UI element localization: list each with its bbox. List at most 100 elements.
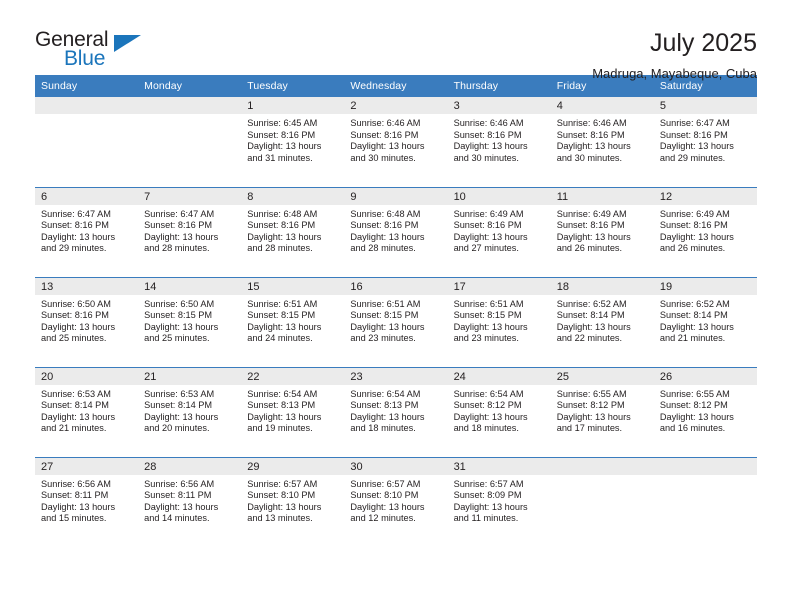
daylight-text: Daylight: 13 hours [41, 501, 116, 512]
weekday-header-tuesday: Tuesday [241, 75, 345, 97]
sunrise-text: Sunrise: 6:56 AM [144, 478, 215, 489]
daylight-text: and 18 minutes. [453, 423, 519, 434]
calendar-day-cell[interactable]: 12 Sunrise: 6:49 AM Sunset: 8:16 PM Dayligh… [653, 186, 757, 277]
day-details: Sunrise: 6:47 AM Sunset: 8:16 PM Daylight:… [654, 114, 757, 164]
calendar-week-row: 1 Sunrise: 6:45 AM Sunset: 8:16 PM Daylight… [35, 97, 757, 187]
calendar-day-cell[interactable]: 20 Sunrise: 6:53 AM Sunset: 8:14 PM Dayligh… [35, 366, 139, 457]
calendar-day-cell[interactable]: 30 Sunrise: 6:57 AM Sunset: 8:10 PM Dayligh… [344, 456, 448, 547]
page-title: July 2025 [649, 29, 757, 57]
calendar-week-row: 6 Sunrise: 6:47 AM Sunset: 8:16 PM Daylight… [35, 186, 757, 277]
day-details: Sunrise: 6:54 AM Sunset: 8:13 PM Daylight:… [344, 385, 447, 435]
calendar-day-cell[interactable]: 21 Sunrise: 6:53 AM Sunset: 8:14 PM Dayligh… [138, 366, 242, 457]
calendar-day-cell[interactable]: 23 Sunrise: 6:54 AM Sunset: 8:13 PM Dayligh… [344, 366, 448, 457]
calendar-day-cell[interactable]: 19 Sunrise: 6:52 AM Sunset: 8:14 PM Dayligh… [653, 276, 757, 367]
daylight-text: and 18 minutes. [350, 423, 416, 434]
day-details: Sunrise: 6:52 AM Sunset: 8:14 PM Daylight:… [654, 295, 757, 345]
daylight-text: and 23 minutes. [350, 333, 416, 344]
title-block: July 2025 Madruga, Mayabeque, Cuba [592, 28, 757, 81]
day-details: Sunrise: 6:46 AM Sunset: 8:16 PM Daylight:… [344, 114, 447, 164]
calendar-day-cell[interactable]: 26 Sunrise: 6:55 AM Sunset: 8:12 PM Dayligh… [653, 366, 757, 457]
sunrise-text: Sunrise: 6:51 AM [453, 298, 524, 309]
calendar-day-cell[interactable]: 18 Sunrise: 6:52 AM Sunset: 8:14 PM Dayligh… [550, 276, 654, 367]
calendar-day-cell[interactable]: 17 Sunrise: 6:51 AM Sunset: 8:15 PM Dayligh… [447, 276, 551, 367]
calendar-day-cell[interactable]: 9 Sunrise: 6:48 AM Sunset: 8:16 PM Daylight… [344, 186, 448, 277]
sunset-text: Sunset: 8:10 PM [247, 490, 316, 501]
daylight-text: Daylight: 13 hours [659, 231, 734, 242]
day-details [551, 475, 654, 479]
sunrise-text: Sunrise: 6:57 AM [350, 478, 421, 489]
calendar-day-cell[interactable]: 25 Sunrise: 6:55 AM Sunset: 8:12 PM Dayligh… [550, 366, 654, 457]
calendar-day-cell[interactable]: 16 Sunrise: 6:51 AM Sunset: 8:15 PM Dayligh… [344, 276, 448, 367]
day-number: 8 [241, 187, 345, 205]
day-number: 13 [35, 277, 139, 295]
calendar-week-row: 13 Sunrise: 6:50 AM Sunset: 8:16 PM Dayligh… [35, 276, 757, 367]
calendar-day-cell[interactable]: 3 Sunrise: 6:46 AM Sunset: 8:16 PM Daylight… [447, 97, 551, 187]
calendar-day-cell[interactable]: 28 Sunrise: 6:56 AM Sunset: 8:11 PM Dayligh… [138, 456, 242, 547]
day-number [35, 97, 139, 114]
calendar-day-cell[interactable]: 11 Sunrise: 6:49 AM Sunset: 8:16 PM Dayligh… [550, 186, 654, 277]
calendar-day-cell[interactable]: 24 Sunrise: 6:54 AM Sunset: 8:12 PM Dayligh… [447, 366, 551, 457]
calendar-day-cell[interactable]: 2 Sunrise: 6:46 AM Sunset: 8:16 PM Daylight… [344, 97, 448, 187]
sunrise-text: Sunrise: 6:54 AM [350, 388, 421, 399]
sunset-text: Sunset: 8:16 PM [350, 129, 419, 140]
daylight-text: Daylight: 13 hours [350, 141, 425, 152]
daylight-text: and 29 minutes. [41, 243, 107, 254]
day-details: Sunrise: 6:56 AM Sunset: 8:11 PM Daylight:… [35, 475, 138, 525]
daylight-text: Daylight: 13 hours [453, 321, 528, 332]
day-number: 20 [35, 367, 139, 385]
sunset-text: Sunset: 8:16 PM [144, 220, 213, 231]
calendar-day-cell[interactable]: 1 Sunrise: 6:45 AM Sunset: 8:16 PM Daylight… [241, 97, 345, 187]
sunset-text: Sunset: 8:11 PM [144, 490, 212, 501]
calendar-day-cell[interactable]: 5 Sunrise: 6:47 AM Sunset: 8:16 PM Daylight… [653, 97, 757, 187]
daylight-text: and 19 minutes. [247, 423, 313, 434]
calendar-day-cell[interactable]: 15 Sunrise: 6:51 AM Sunset: 8:15 PM Dayligh… [241, 276, 345, 367]
weekday-header-thursday: Thursday [447, 75, 551, 97]
daylight-text: Daylight: 13 hours [144, 501, 219, 512]
calendar-day-cell[interactable]: 6 Sunrise: 6:47 AM Sunset: 8:16 PM Daylight… [35, 186, 139, 277]
sunset-text: Sunset: 8:15 PM [453, 310, 522, 321]
sunrise-text: Sunrise: 6:56 AM [41, 478, 111, 489]
day-number: 23 [344, 367, 448, 385]
calendar-day-cell[interactable]: 4 Sunrise: 6:46 AM Sunset: 8:16 PM Daylight… [550, 97, 654, 187]
calendar-day-cell[interactable]: 10 Sunrise: 6:49 AM Sunset: 8:16 PM Dayligh… [447, 186, 551, 277]
sunset-text: Sunset: 8:12 PM [556, 400, 625, 411]
sunset-text: Sunset: 8:13 PM [247, 400, 316, 411]
calendar-day-cell-empty [653, 456, 757, 547]
sunset-text: Sunset: 8:16 PM [659, 220, 728, 231]
day-number: 31 [447, 457, 551, 475]
daylight-text: and 13 minutes. [247, 513, 313, 524]
daylight-text: Daylight: 13 hours [659, 321, 734, 332]
day-number: 5 [653, 97, 757, 114]
daylight-text: Daylight: 13 hours [556, 141, 631, 152]
sunset-text: Sunset: 8:16 PM [556, 220, 625, 231]
day-number: 19 [653, 277, 757, 295]
sunrise-text: Sunrise: 6:47 AM [41, 208, 111, 219]
calendar-day-cell[interactable]: 31 Sunrise: 6:57 AM Sunset: 8:09 PM Dayligh… [447, 456, 551, 547]
day-number: 11 [550, 187, 654, 205]
daylight-text: Daylight: 13 hours [350, 411, 425, 422]
day-details: Sunrise: 6:55 AM Sunset: 8:12 PM Daylight:… [551, 385, 654, 435]
calendar-day-cell[interactable]: 22 Sunrise: 6:54 AM Sunset: 8:13 PM Dayligh… [241, 366, 345, 457]
calendar-day-cell[interactable]: 8 Sunrise: 6:48 AM Sunset: 8:16 PM Daylight… [241, 186, 345, 277]
calendar-day-cell[interactable]: 13 Sunrise: 6:50 AM Sunset: 8:16 PM Dayligh… [35, 276, 139, 367]
weekday-header-wednesday: Wednesday [344, 75, 448, 97]
day-details: Sunrise: 6:53 AM Sunset: 8:14 PM Daylight:… [138, 385, 241, 435]
day-number: 27 [35, 457, 139, 475]
daylight-text: Daylight: 13 hours [556, 411, 631, 422]
daylight-text: Daylight: 13 hours [247, 501, 322, 512]
daylight-text: and 30 minutes. [556, 152, 623, 163]
sunset-text: Sunset: 8:12 PM [659, 400, 728, 411]
sunset-text: Sunset: 8:16 PM [659, 129, 728, 140]
daylight-text: Daylight: 13 hours [247, 141, 322, 152]
calendar-day-cell[interactable]: 7 Sunrise: 6:47 AM Sunset: 8:16 PM Daylight… [138, 186, 242, 277]
day-details: Sunrise: 6:50 AM Sunset: 8:15 PM Daylight:… [138, 295, 241, 345]
daylight-text: and 28 minutes. [144, 243, 210, 254]
daylight-text: and 12 minutes. [350, 513, 416, 524]
calendar-day-cell[interactable]: 14 Sunrise: 6:50 AM Sunset: 8:15 PM Dayligh… [138, 276, 242, 367]
logo-text-blue: Blue [64, 47, 106, 70]
day-number: 2 [344, 97, 448, 114]
calendar-day-cell[interactable]: 27 Sunrise: 6:56 AM Sunset: 8:11 PM Dayligh… [35, 456, 139, 547]
daylight-text: Daylight: 13 hours [247, 321, 322, 332]
calendar-day-cell[interactable]: 29 Sunrise: 6:57 AM Sunset: 8:10 PM Dayligh… [241, 456, 345, 547]
daylight-text: and 27 minutes. [453, 243, 519, 254]
